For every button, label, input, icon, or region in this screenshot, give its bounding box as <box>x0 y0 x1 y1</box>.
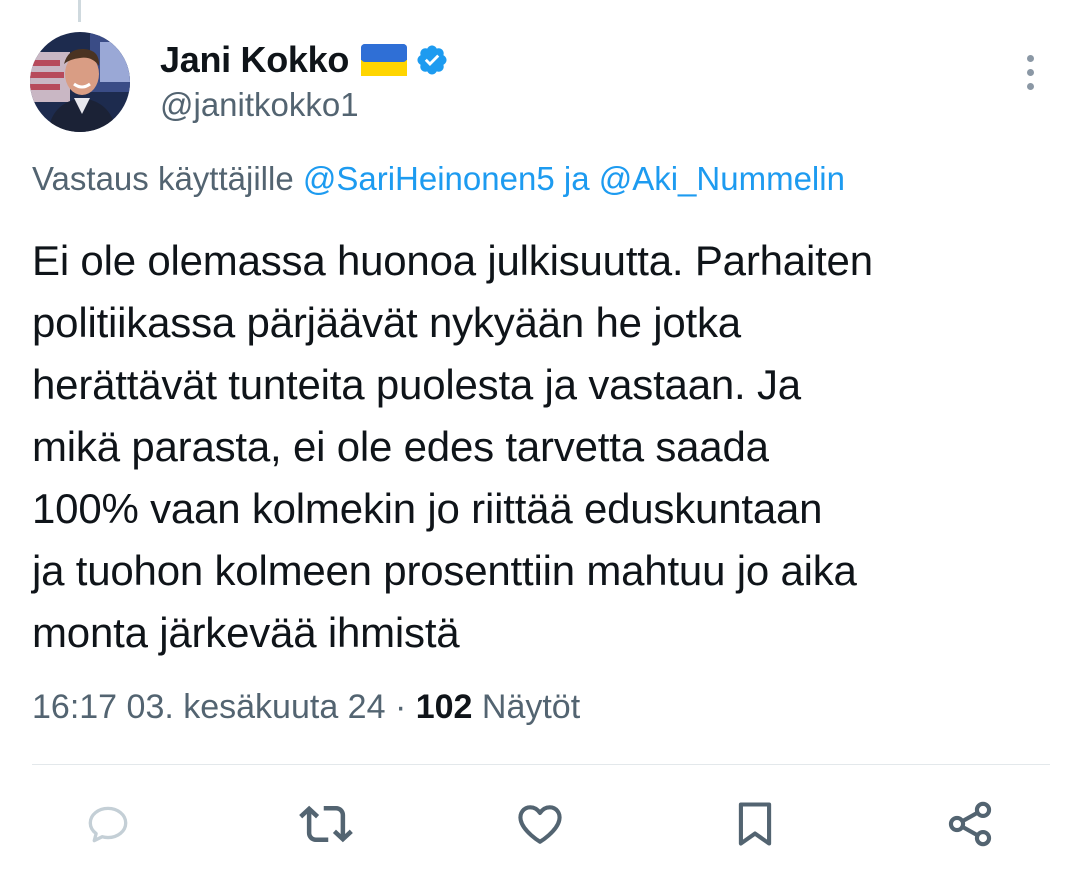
reply-prefix: Vastaus käyttäjille <box>32 160 303 197</box>
author-handle[interactable]: @janitkokko1 <box>160 86 359 124</box>
more-dot-icon <box>1026 82 1034 90</box>
tweet-meta: 16:17 03. kesäkuuta 24 · 102 Näytöt <box>32 688 580 727</box>
share-button[interactable] <box>942 796 998 852</box>
author-name-row[interactable]: Jani Kokko <box>160 38 449 82</box>
heart-icon <box>518 805 562 844</box>
meta-separator: · <box>385 688 416 726</box>
retweet-icon <box>299 805 353 843</box>
thread-connector-line <box>78 0 81 22</box>
reply-icon <box>88 806 128 843</box>
avatar[interactable] <box>30 32 130 132</box>
retweet-button[interactable] <box>298 796 354 852</box>
ukraine-flag-icon <box>361 44 408 76</box>
tweet-text: Ei ole olemassa huonoa julkisuutta. Parh… <box>32 237 873 656</box>
more-dot-icon <box>1026 68 1034 76</box>
author-display-name[interactable]: Jani Kokko <box>160 39 349 81</box>
mention-link-sariheinonen5[interactable]: @SariHeinonen5 <box>303 160 555 197</box>
views-count[interactable]: 102 <box>416 688 473 726</box>
more-dot-icon <box>1026 54 1034 62</box>
reply-button[interactable] <box>80 796 136 852</box>
more-options-button[interactable] <box>1012 50 1048 94</box>
views-label: Näytöt <box>472 688 581 726</box>
reply-joiner: ja <box>554 160 599 197</box>
bookmark-icon <box>738 802 772 846</box>
like-button[interactable] <box>512 796 568 852</box>
reply-context: Vastaus käyttäjille @SariHeinonen5 ja @A… <box>32 160 845 198</box>
verified-badge-icon[interactable] <box>415 43 449 77</box>
divider <box>32 764 1050 765</box>
share-icon <box>948 801 992 847</box>
bookmark-button[interactable] <box>727 796 783 852</box>
action-bar <box>0 796 1080 852</box>
mention-link-aki-nummelin[interactable]: @Aki_Nummelin <box>599 160 845 197</box>
timestamp-link[interactable]: 16:17 03. kesäkuuta 24 <box>32 688 386 726</box>
